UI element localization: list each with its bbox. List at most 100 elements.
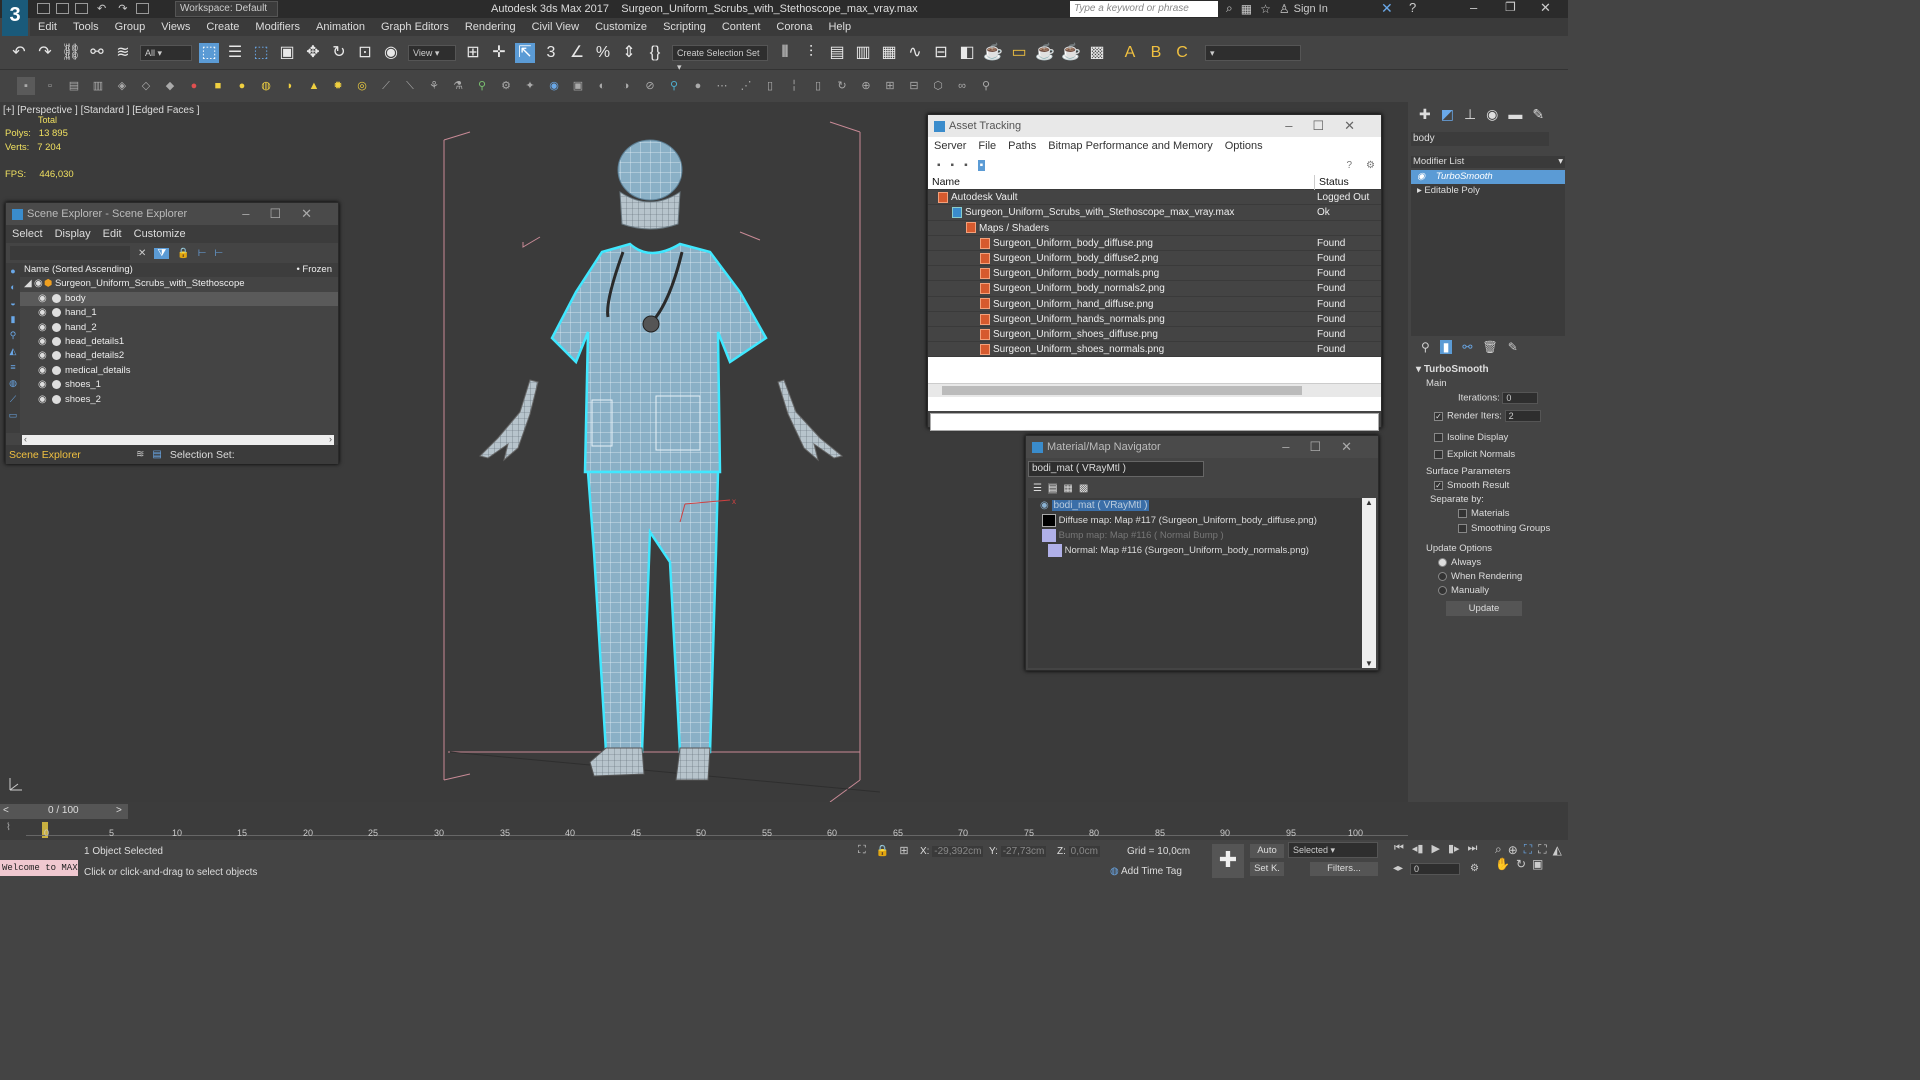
render-iterative-icon[interactable]: ☕	[1061, 43, 1081, 63]
eye-icon[interactable]: ◉	[38, 321, 48, 335]
at-scroll-thumb[interactable]	[942, 386, 1302, 395]
text-b-icon[interactable]: B	[1146, 43, 1166, 63]
fov-icon[interactable]: ◭	[1553, 843, 1562, 857]
menu-animation[interactable]: Animation	[308, 18, 373, 36]
eye-icon[interactable]: ◉	[38, 349, 48, 363]
tool-q-icon[interactable]: ▯	[761, 77, 779, 95]
smoothing-groups-checkbox[interactable]	[1458, 523, 1467, 533]
select-by-name-icon[interactable]: ☰	[225, 43, 245, 63]
expand-icon[interactable]: ◢	[24, 277, 34, 291]
app-logo-icon[interactable]: 3	[2, 0, 28, 36]
z-field[interactable]: 0,0cm	[1068, 846, 1100, 857]
user-icon[interactable]: ♙	[1279, 2, 1290, 16]
lock-icon[interactable]: 🔒	[177, 248, 189, 259]
tool-m-icon[interactable]: ⚲	[665, 77, 683, 95]
reference-coordinate-dropdown[interactable]: View ▾	[408, 44, 456, 61]
text-c-icon[interactable]: C	[1172, 43, 1192, 63]
isolate-selection-icon[interactable]: ⛶	[858, 844, 866, 857]
at-help-icon[interactable]: ?	[1346, 160, 1352, 171]
orbit-icon[interactable]: ↻	[1516, 857, 1526, 871]
scrubs-shirt[interactable]	[550, 242, 768, 474]
at-row-map[interactable]: Surgeon_Uniform_body_normals.png Found	[928, 266, 1381, 282]
hierarchy-icon[interactable]: ⊢	[198, 248, 207, 259]
menu-group[interactable]: Group	[107, 18, 154, 36]
tool-w-icon[interactable]: ⊟	[905, 77, 923, 95]
tool-g-icon[interactable]: ✦	[521, 77, 539, 95]
percent-snap-icon[interactable]: %	[593, 43, 613, 63]
window-crossing-icon[interactable]: ▣	[277, 43, 297, 63]
toggle-scene-explorer-icon[interactable]: ▤	[827, 43, 847, 63]
when-rendering-radio[interactable]	[1438, 571, 1447, 581]
se-footer-dropdown[interactable]: Scene Explorer	[6, 449, 126, 461]
head-details[interactable]	[617, 139, 683, 230]
se-item-medical-details[interactable]: ◉ medical_details	[20, 364, 338, 378]
hierarchy-tab-icon[interactable]: ⊥	[1464, 106, 1476, 123]
remove-modifier-icon[interactable]: 🗑	[1482, 340, 1497, 354]
redo-icon[interactable]: ↷	[35, 43, 55, 63]
zoom-all-icon[interactable]: ⊕	[1508, 843, 1518, 857]
object-name-field[interactable]: body	[1411, 132, 1549, 146]
tool-b-icon[interactable]: ⟍	[401, 77, 419, 95]
pan-icon[interactable]: ✋	[1495, 857, 1510, 871]
zoom-extents-icon[interactable]: ⛶	[1524, 842, 1532, 857]
search-input[interactable]: Type a keyword or phrase	[1070, 1, 1218, 17]
stack-item-turbosmooth[interactable]: ◉ TurboSmooth	[1411, 170, 1565, 184]
at-row-vault[interactable]: Autodesk VaultLogged Out (...	[928, 190, 1381, 218]
project-icon[interactable]	[136, 3, 150, 14]
asset-tracking-titlebar[interactable]: Asset Tracking –☐✕	[928, 115, 1381, 137]
viewport-menu-label[interactable]: [+]	[3, 105, 14, 116]
tool-t-icon[interactable]: ↻	[833, 77, 851, 95]
material-navigator-titlebar[interactable]: Material/Map Navigator –☐✕	[1026, 436, 1378, 458]
show-end-result-icon[interactable]: ▮	[1439, 340, 1453, 354]
at-row-map[interactable]: Surgeon_Uniform_shoes_diffuse.png Found	[928, 326, 1381, 343]
maximize-viewport-icon[interactable]: ▣	[1532, 857, 1543, 871]
mat-root-row[interactable]: ◉ bodi_mat ( VRayMtl )	[1028, 498, 1376, 513]
materials-checkbox[interactable]	[1458, 508, 1467, 518]
explicit-normals-row[interactable]: Explicit Normals	[1416, 449, 1568, 466]
motion-tab-icon[interactable]: ◉	[1486, 106, 1498, 123]
create-light-icon[interactable]: ✹	[329, 77, 347, 95]
at-menu-bitmap-performance[interactable]: Bitmap Performance and Memory	[1042, 137, 1218, 155]
align-icon[interactable]: ⫶	[801, 43, 821, 63]
at-menu-server[interactable]: Server	[928, 137, 972, 155]
play-icon[interactable]: ▶	[1431, 842, 1439, 855]
se-menu-customize[interactable]: Customize	[128, 225, 192, 243]
tool-r-icon[interactable]: ╎	[785, 77, 803, 95]
scroll-down-icon[interactable]: ▼	[1362, 659, 1376, 668]
select-rotate-icon[interactable]: ↻	[329, 43, 349, 63]
create-cone-icon[interactable]: ▲	[305, 77, 323, 95]
link-icon[interactable]: ⛓	[61, 43, 81, 63]
toggle-layer-explorer-icon[interactable]: ▥	[853, 43, 873, 63]
add-time-tag[interactable]: ◍ Add Time Tag	[1110, 866, 1182, 877]
materials-row[interactable]: Materials	[1416, 508, 1568, 523]
time-slider-left-icon[interactable]: <	[3, 805, 9, 816]
at-row-map[interactable]: Surgeon_Uniform_shoes_normals.png Found	[928, 342, 1381, 358]
tool-x-icon[interactable]: ⬡	[929, 77, 947, 95]
expand-arrow-icon[interactable]: ▸	[1417, 185, 1422, 196]
at-tool-2-icon[interactable]: ▪	[951, 160, 955, 171]
at-path-field[interactable]	[930, 413, 1379, 431]
iterations-spinner[interactable]: 0	[1502, 392, 1539, 404]
x-field[interactable]: -29,392cm	[932, 846, 984, 857]
next-frame-icon[interactable]: ▮▸	[1448, 842, 1460, 855]
key-filters-button[interactable]: Filters...	[1310, 862, 1378, 876]
minimize-icon[interactable]: –	[1470, 0, 1477, 15]
tool-f-icon[interactable]: ⚙	[497, 77, 515, 95]
curve-editor-icon[interactable]: ∿	[905, 43, 925, 63]
se-item-hand-1[interactable]: ◉ hand_1	[20, 306, 338, 320]
pin-stack-icon[interactable]: ⚲	[1421, 340, 1430, 354]
menu-edit[interactable]: Edit	[30, 18, 65, 36]
modifier-list-dropdown[interactable]: Modifier List ▾	[1411, 156, 1565, 168]
help-icon[interactable]: ?	[1409, 0, 1416, 15]
smoothing-groups-row[interactable]: Smoothing Groups	[1416, 523, 1568, 543]
menu-customize[interactable]: Customize	[587, 18, 655, 36]
workspace-dropdown[interactable]: Workspace: Default	[175, 1, 278, 17]
se-item-shoes-1[interactable]: ◉ shoes_1	[20, 378, 338, 392]
se-col-frozen[interactable]: • Frozen	[296, 263, 332, 277]
render-in-cloud-icon[interactable]: ▩	[1087, 43, 1107, 63]
autodesk-x-icon[interactable]: ✕	[1381, 0, 1393, 17]
se-find-input[interactable]	[10, 246, 130, 260]
menu-content[interactable]: Content	[714, 18, 769, 36]
eye-icon[interactable]: ◉	[38, 292, 48, 306]
at-col-status[interactable]: Status	[1314, 175, 1349, 191]
